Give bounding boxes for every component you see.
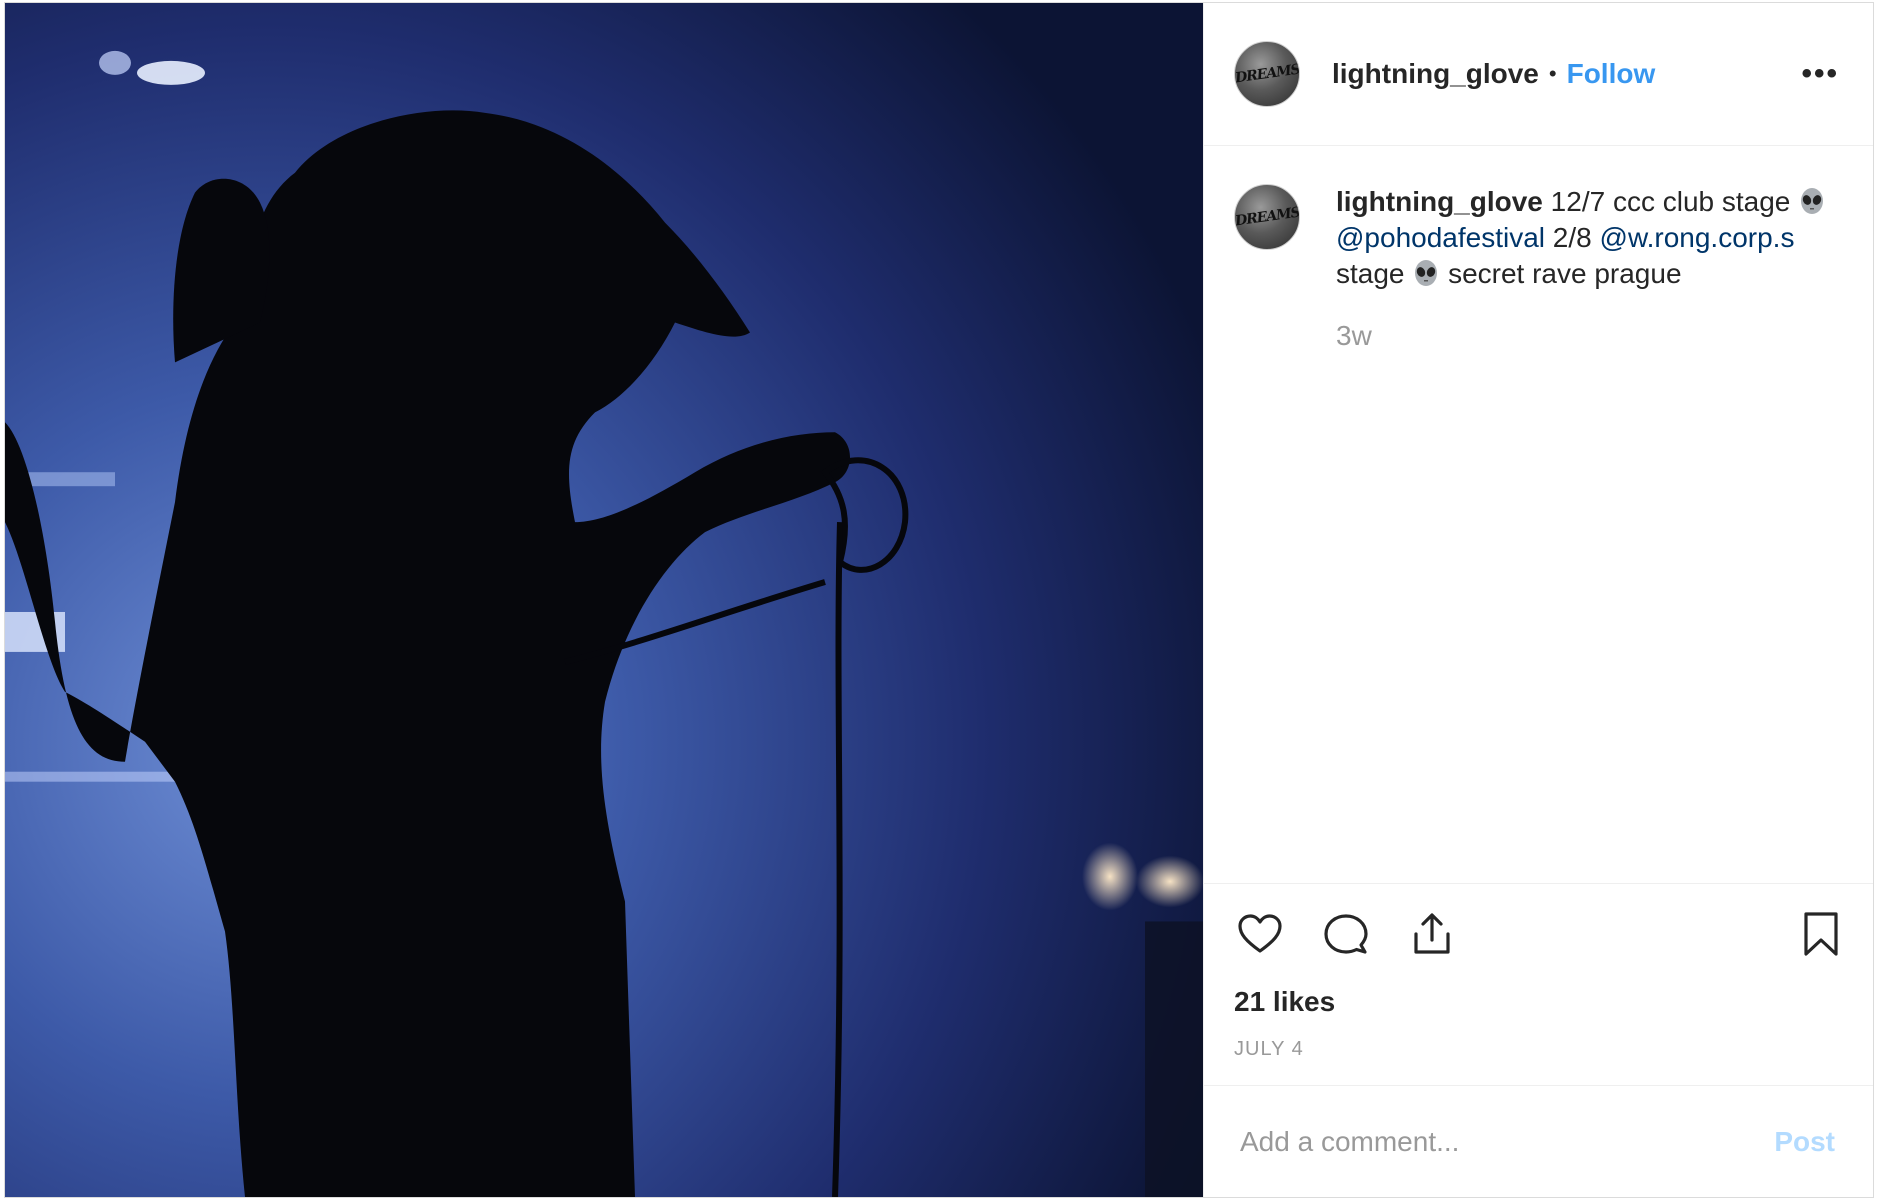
caption-timestamp[interactable]: 3w	[1336, 320, 1843, 352]
caption-body: lightning_glove 12/7 ccc club stage @poh…	[1336, 184, 1843, 883]
action-icons	[1234, 904, 1843, 964]
comment-input[interactable]	[1240, 1125, 1775, 1158]
comment-bar: Post	[1204, 1085, 1873, 1197]
heart-icon	[1238, 914, 1282, 953]
comment-icon	[1324, 914, 1368, 954]
caption-part-1: 12/7 ccc club stage	[1550, 186, 1791, 217]
avatar-logo-text: DREAMS	[1234, 204, 1300, 230]
post-comment-button[interactable]: Post	[1774, 1126, 1835, 1158]
likes-count[interactable]: 21 likes	[1234, 986, 1843, 1018]
more-options-icon[interactable]: •••	[1801, 57, 1839, 91]
comment-button[interactable]	[1320, 908, 1372, 960]
post-header: DREAMS lightning_glove • Follow •••	[1204, 3, 1873, 146]
share-button[interactable]	[1406, 908, 1458, 960]
bookmark-icon	[1804, 912, 1838, 956]
post-photo[interactable]	[5, 3, 1203, 1197]
save-button[interactable]	[1795, 908, 1847, 960]
caption-text: lightning_glove 12/7 ccc club stage @poh…	[1336, 184, 1843, 292]
caption-username[interactable]: lightning_glove	[1336, 186, 1543, 217]
share-icon	[1414, 913, 1450, 954]
mention-w-rong-corp[interactable]: @w.rong.corp.s	[1600, 222, 1795, 253]
avatar-logo-text: DREAMS	[1234, 61, 1300, 87]
avatar[interactable]: DREAMS	[1234, 41, 1300, 107]
caption-part-2: 2/8	[1552, 222, 1592, 253]
alien-emoji-icon	[1801, 188, 1824, 214]
alien-emoji-icon	[1415, 260, 1438, 286]
like-button[interactable]	[1234, 908, 1286, 960]
post-sidebar: DREAMS lightning_glove • Follow ••• DREA…	[1203, 3, 1873, 1197]
header-separator: •	[1548, 61, 1557, 86]
follow-button[interactable]: Follow	[1567, 58, 1656, 90]
concert-silhouette-image	[5, 3, 1203, 1197]
header-username[interactable]: lightning_glove	[1332, 58, 1539, 90]
post-container: DREAMS lightning_glove • Follow ••• DREA…	[4, 2, 1874, 1198]
caption-avatar[interactable]: DREAMS	[1234, 184, 1300, 250]
action-bar: 21 likes JULY 4	[1204, 883, 1873, 1085]
caption-part-4: secret rave prague	[1448, 258, 1682, 289]
mention-pohodafestival[interactable]: @pohodafestival	[1336, 222, 1545, 253]
caption-area: DREAMS lightning_glove 12/7 ccc club sta…	[1204, 146, 1873, 883]
post-date[interactable]: JULY 4	[1234, 1038, 1843, 1085]
caption-part-3: stage	[1336, 258, 1405, 289]
